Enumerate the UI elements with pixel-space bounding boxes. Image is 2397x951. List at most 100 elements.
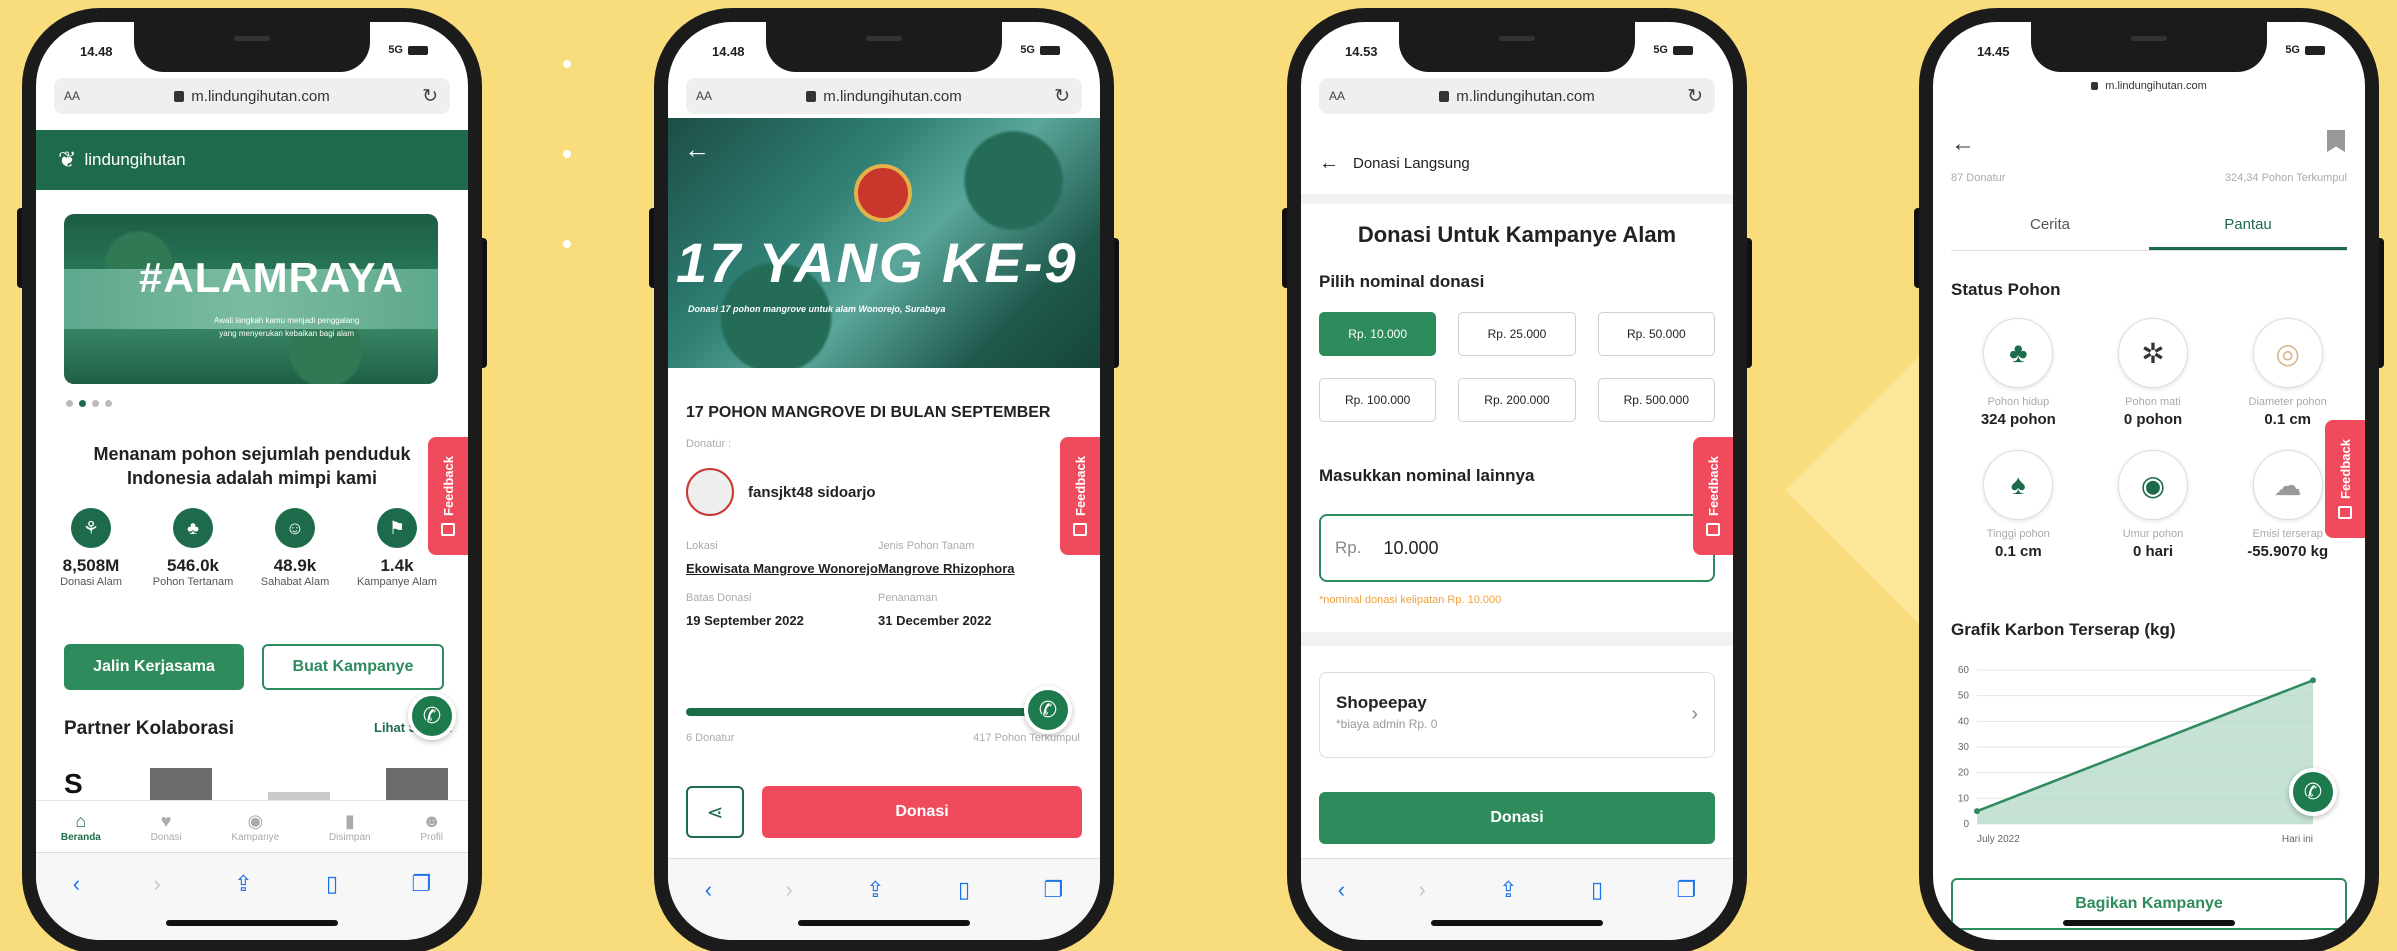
status-value: 324 pohon xyxy=(1980,411,2056,428)
bookmarks-icon[interactable]: ▯ xyxy=(958,877,970,903)
tree-type-link[interactable]: Mangrove Rhizophora xyxy=(878,560,1070,578)
nav-label: Kampanye xyxy=(231,831,280,843)
status-value: 0 hari xyxy=(2132,543,2173,560)
top-bar: ← xyxy=(1951,130,2345,158)
url-text: m.lindungihutan.com xyxy=(823,87,962,105)
forward-icon[interactable]: › xyxy=(153,871,160,897)
back-arrow-icon[interactable]: ← xyxy=(1951,130,1975,158)
donate-button[interactable]: Donasi xyxy=(762,786,1082,838)
carousel-dot[interactable] xyxy=(92,400,99,407)
feedback-icon xyxy=(441,523,455,537)
whatsapp-icon[interactable]: ✆ xyxy=(2289,768,2337,816)
reload-icon[interactable]: ↻ xyxy=(422,85,438,108)
status-icons: 5G xyxy=(1653,44,1693,56)
forward-icon[interactable]: › xyxy=(785,877,792,903)
nav-beranda[interactable]: ⌂ Beranda xyxy=(61,811,101,843)
donor-label: Donatur : xyxy=(686,438,732,450)
hero-banner[interactable]: #ALAMRAYA Awali langkah kamu menjadi pen… xyxy=(64,214,438,384)
whatsapp-icon[interactable]: ✆ xyxy=(408,692,456,740)
detail-batas: Batas Donasi 19 September 2022 xyxy=(686,592,878,630)
tab-cerita[interactable]: Cerita xyxy=(1951,202,2149,250)
nav-disimpan[interactable]: ▮ Disimpan xyxy=(329,811,371,843)
amount-option[interactable]: Rp. 100.000 xyxy=(1319,378,1437,422)
tab-pantau[interactable]: Pantau xyxy=(2149,202,2347,250)
carousel-dot-active[interactable] xyxy=(79,400,86,407)
share-button[interactable]: ⋖ xyxy=(686,786,744,838)
address-bar[interactable]: AA m.lindungihutan.com ↻ xyxy=(686,78,1082,114)
donor-count: 6 Donatur xyxy=(686,732,735,744)
nav-donasi[interactable]: ♥ Donasi xyxy=(151,811,182,843)
carousel-dot[interactable] xyxy=(66,400,73,407)
choose-amount-label: Pilih nominal donasi xyxy=(1319,272,1485,291)
address-bar[interactable]: AA m.lindungihutan.com ↻ xyxy=(1319,78,1715,114)
feedback-tab[interactable]: Feedback xyxy=(1693,437,1733,555)
address-bar[interactable]: m.lindungihutan.com xyxy=(1951,74,2347,98)
tree-icon: ♣ xyxy=(1983,318,2054,388)
bookmarks-icon[interactable]: ▯ xyxy=(1591,877,1603,903)
back-icon[interactable]: ‹ xyxy=(705,877,712,903)
browser-toolbar: ‹ › ⇪ ▯ ❐ xyxy=(668,858,1100,940)
status-time: 14.45 xyxy=(1977,44,2010,59)
status-time: 14.48 xyxy=(712,44,745,59)
stats-row: ⚘ 8,508M Donasi Alam ♣ 546.0k Pohon Tertanam… xyxy=(50,508,438,589)
reload-icon[interactable]: ↻ xyxy=(1687,85,1703,108)
tabs-icon[interactable]: ❐ xyxy=(1677,877,1697,903)
whatsapp-icon[interactable]: ✆ xyxy=(1024,686,1072,734)
nav-profil[interactable]: ☻ Profil xyxy=(420,811,443,843)
collab-button[interactable]: Jalin Kerjasama xyxy=(64,644,244,690)
logo-icon: ❦ xyxy=(58,147,77,172)
amount-option[interactable]: Rp. 200.000 xyxy=(1458,378,1576,422)
back-arrow-icon[interactable]: ← xyxy=(1319,152,1339,175)
back-icon[interactable]: ‹ xyxy=(1338,877,1345,903)
y-tick-label: 40 xyxy=(1958,716,1970,727)
share-icon[interactable]: ⇪ xyxy=(234,871,252,897)
phone-campaign: 14.48 5G AA m.lindungihutan.com ↻ ← 17 YAN… xyxy=(649,8,1119,951)
create-campaign-button[interactable]: Buat Kampanye xyxy=(262,644,444,690)
payment-method[interactable]: Shopeepay *biaya admin Rp. 0 › xyxy=(1319,672,1715,758)
location-link[interactable]: Ekowisata Mangrove Wonorejo xyxy=(686,560,878,578)
status-label: Pohon hidup xyxy=(1987,396,2050,408)
feedback-tab[interactable]: Feedback xyxy=(428,437,468,555)
text-size-button[interactable]: AA xyxy=(696,89,712,103)
reload-icon[interactable]: ↻ xyxy=(1054,85,1070,108)
forward-icon[interactable]: › xyxy=(1418,877,1425,903)
amount-option[interactable]: Rp. 500.000 xyxy=(1597,378,1715,422)
amount-option[interactable]: Rp. 50.000 xyxy=(1597,312,1715,356)
text-size-button[interactable]: AA xyxy=(64,89,80,103)
carousel-dot[interactable] xyxy=(105,400,112,407)
donor[interactable]: fansjkt48 sidoarjo xyxy=(686,468,876,516)
phone-donation: 14.53 5G AA m.lindungihutan.com ↻ ← Donasi … xyxy=(1282,8,1752,951)
share-icon[interactable]: ⇪ xyxy=(1499,877,1517,903)
back-arrow-icon[interactable]: ← xyxy=(684,134,710,165)
detail-label: Penanaman xyxy=(878,592,938,604)
text-size-button[interactable]: AA xyxy=(1329,89,1345,103)
donor-count: 87 Donatur xyxy=(1951,172,2006,184)
bookmark-icon[interactable] xyxy=(2327,130,2345,152)
brand-name: lindungihutan xyxy=(84,150,186,169)
lock-icon xyxy=(2091,82,2099,90)
partner-logo[interactable] xyxy=(386,768,448,802)
back-icon[interactable]: ‹ xyxy=(73,871,80,897)
amount-option[interactable]: Rp. 25.000 xyxy=(1458,312,1576,356)
tabs-icon[interactable]: ❐ xyxy=(412,871,432,897)
nav-kampanye[interactable]: ◉ Kampanye xyxy=(231,811,279,843)
partner-logo[interactable] xyxy=(150,768,212,802)
tabs-icon[interactable]: ❐ xyxy=(1044,877,1064,903)
progress-bar xyxy=(686,708,1060,716)
bookmarks-icon[interactable]: ▯ xyxy=(326,871,338,897)
feedback-tab[interactable]: Feedback xyxy=(2325,420,2365,538)
detail-penanaman: Penanaman 31 December 2022 xyxy=(878,592,1070,630)
detail-label: Lokasi xyxy=(686,540,718,552)
amount-option-selected[interactable]: Rp. 10.000 xyxy=(1319,312,1437,356)
carbon-chart: 0 10 20 30 40 50 60 July 2022 Hari ini xyxy=(1958,665,2316,845)
address-bar[interactable]: AA m.lindungihutan.com ↻ xyxy=(54,78,450,114)
feedback-tab[interactable]: Feedback xyxy=(1060,437,1100,555)
partner-logo[interactable]: S xyxy=(64,768,94,802)
data-point xyxy=(2310,677,2316,684)
carousel-dots[interactable] xyxy=(66,400,112,407)
donate-button[interactable]: Donasi xyxy=(1319,792,1715,844)
share-icon[interactable]: ⇪ xyxy=(866,877,884,903)
amount-input[interactable]: Rp. 10.000 xyxy=(1319,514,1715,582)
detail-label: Jenis Pohon Tanam xyxy=(878,540,975,552)
status-pohon-hidup: ♣ Pohon hidup 324 pohon xyxy=(1951,318,2086,428)
